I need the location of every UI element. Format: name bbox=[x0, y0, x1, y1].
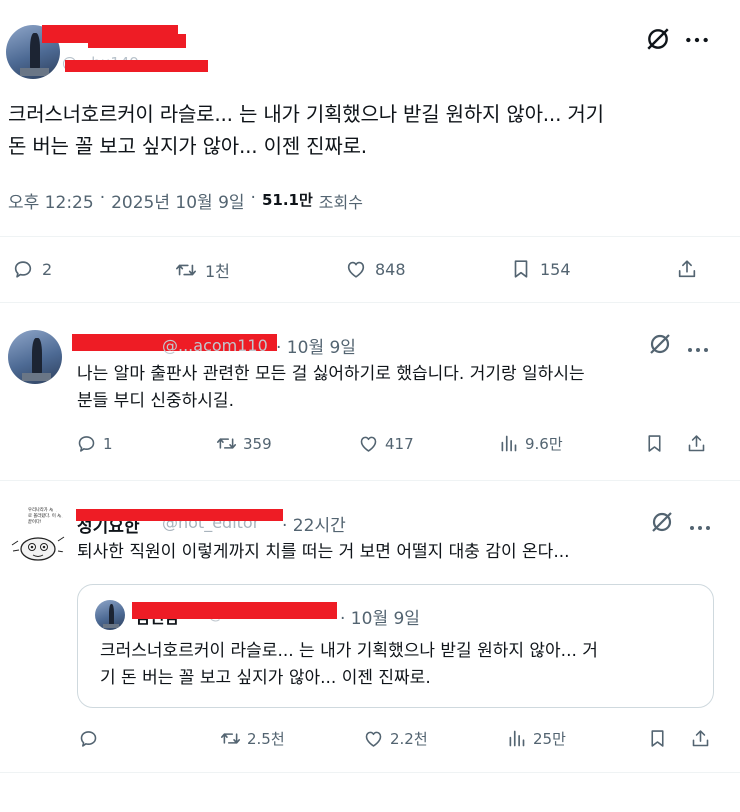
divider bbox=[0, 236, 740, 237]
redacted-name bbox=[76, 509, 283, 521]
views-icon bbox=[501, 435, 517, 452]
grok-icon[interactable] bbox=[645, 26, 671, 52]
bookmark-icon bbox=[651, 730, 664, 747]
views-label: 조회수 bbox=[318, 193, 363, 212]
like-count: 2.2천 bbox=[390, 730, 428, 748]
share-button[interactable] bbox=[690, 728, 711, 749]
main-tweet-meta: 오후 12:25 · 2025년 10월 9일 · 51.1만 조회수 bbox=[8, 188, 363, 213]
bookmark-count: 154 bbox=[540, 259, 571, 279]
quote-text-line1: 크러스너호르커이 라슬로... 는 내가 기획했으나 받길 원하지 않아... … bbox=[100, 641, 598, 661]
reply-button[interactable]: 1 bbox=[76, 433, 113, 454]
retweet-button[interactable]: 2.5천 bbox=[220, 728, 285, 749]
share-icon bbox=[692, 730, 709, 747]
redacted-handle bbox=[65, 60, 208, 72]
tweet-date[interactable]: 2025년 10월 9일 bbox=[111, 188, 244, 213]
divider bbox=[0, 480, 740, 481]
reply1-time[interactable]: · 10월 9일 bbox=[276, 333, 356, 358]
bookmark-icon bbox=[514, 260, 528, 278]
retweet-icon bbox=[176, 264, 196, 276]
bookmark-icon bbox=[648, 435, 661, 452]
reply1-text-line1: 나는 알마 출판사 관련한 모든 걸 싫어하기로 했습니다. 거기랑 일하시는 bbox=[77, 364, 585, 384]
retweet-icon bbox=[216, 438, 237, 449]
meta-sep-2: · bbox=[250, 188, 256, 208]
like-count: 417 bbox=[385, 434, 414, 453]
reply-count: 2 bbox=[42, 259, 53, 279]
views-count: 51.1만 bbox=[261, 191, 313, 209]
reply2-time[interactable]: · 22시간 bbox=[282, 511, 346, 536]
like-button[interactable]: 417 bbox=[358, 433, 414, 454]
divider bbox=[0, 302, 740, 303]
views-count: 25만 bbox=[533, 730, 566, 748]
reply-icon bbox=[78, 436, 95, 452]
reply1-avatar[interactable] bbox=[8, 330, 62, 384]
reply-icon bbox=[80, 731, 97, 747]
retweet-count: 2.5천 bbox=[247, 730, 285, 748]
views-count: 9.6만 bbox=[525, 435, 563, 453]
avatar-cartoon bbox=[11, 536, 65, 561]
grok-icon[interactable] bbox=[650, 510, 674, 534]
reply2-avatar[interactable]: 우리나라가 세 수준으로 올라왔다. 이 세상은 끝이다! bbox=[8, 505, 68, 565]
retweet-count: 359 bbox=[243, 434, 272, 453]
views-button[interactable]: 9.6만 bbox=[498, 433, 563, 454]
grok-icon[interactable] bbox=[648, 332, 672, 356]
like-button[interactable]: 848 bbox=[345, 258, 406, 280]
reply2-text: 퇴사한 직원이 이렇게까지 치를 떠는 거 보면 어떨지 대충 감이 온다... bbox=[77, 542, 570, 562]
tweet-time[interactable]: 오후 12:25 bbox=[8, 188, 94, 213]
reply-button[interactable]: 2 bbox=[12, 258, 52, 280]
like-button[interactable]: 2.2천 bbox=[363, 728, 428, 749]
reply1-handle: @...acom110 bbox=[162, 336, 268, 355]
retweet-button[interactable]: 359 bbox=[216, 433, 272, 454]
reply-button[interactable] bbox=[78, 728, 99, 749]
quote-text-line2: 기 돈 버는 꼴 보고 싶지가 않아... 이젠 진짜로. bbox=[100, 668, 431, 688]
bookmark-button[interactable]: 154 bbox=[510, 258, 571, 280]
reply1-text-line2: 분들 부디 신중하시길. bbox=[77, 391, 234, 411]
quote-avatar bbox=[95, 600, 125, 630]
quote-time: · 10월 9일 bbox=[340, 609, 420, 629]
retweet-count: 1천 bbox=[205, 262, 230, 281]
share-button[interactable] bbox=[686, 433, 707, 454]
like-count: 848 bbox=[375, 259, 406, 279]
bookmark-button[interactable] bbox=[647, 728, 668, 749]
meta-sep: · bbox=[99, 188, 106, 208]
share-icon bbox=[688, 435, 705, 452]
share-button[interactable] bbox=[676, 258, 698, 280]
retweet-button[interactable]: 1천 bbox=[175, 258, 230, 282]
more-icon[interactable] bbox=[686, 339, 710, 352]
views-icon bbox=[509, 730, 525, 747]
like-icon bbox=[365, 731, 382, 747]
main-tweet-text-line1: 크러스너호르커이 라슬로... 는 내가 기획했으나 받길 원하지 않아... … bbox=[8, 102, 604, 126]
reply-count: 1 bbox=[103, 434, 113, 453]
divider bbox=[0, 772, 740, 773]
redacted-name bbox=[132, 602, 337, 619]
bookmark-button[interactable] bbox=[644, 433, 665, 454]
views-button[interactable]: 25만 bbox=[506, 728, 566, 749]
redacted-name-2 bbox=[88, 34, 186, 48]
more-icon[interactable] bbox=[688, 517, 712, 530]
like-icon bbox=[347, 261, 365, 278]
like-icon bbox=[360, 436, 377, 452]
more-icon[interactable] bbox=[684, 30, 710, 48]
quoted-tweet-card[interactable]: 김인남 @...acom110 · 10월 9일 크러스너호르커이 라슬로...… bbox=[77, 584, 714, 708]
retweet-icon bbox=[220, 733, 241, 744]
reply-icon bbox=[14, 261, 32, 278]
share-icon bbox=[678, 260, 696, 278]
main-tweet-text-line2: 돈 버는 꼴 보고 싶지가 않아... 이젠 진짜로. bbox=[8, 134, 367, 158]
